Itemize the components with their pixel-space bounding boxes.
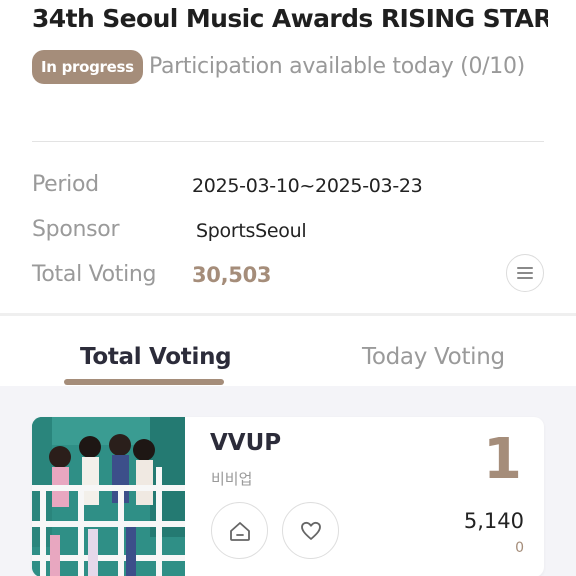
participation-text: Participation available today (0/10) — [149, 54, 525, 79]
total-voting-label: Total Voting — [32, 262, 157, 287]
tab-today-voting[interactable]: Today Voting — [362, 344, 505, 370]
sponsor-label: Sponsor — [32, 217, 120, 242]
menu-icon — [517, 267, 533, 279]
heart-icon — [300, 521, 321, 540]
period-label: Period — [32, 172, 99, 197]
rank-number: 1 — [483, 427, 522, 492]
menu-button[interactable] — [506, 254, 544, 292]
tab-total-voting[interactable]: Total Voting — [80, 344, 232, 370]
artist-korean-name: 비비업 — [211, 470, 253, 488]
home-icon — [229, 521, 250, 541]
status-badge: In progress — [32, 50, 143, 84]
artist-name: VVUP — [210, 430, 282, 456]
vote-count: 5,140 — [463, 509, 524, 533]
sponsor-value: SportsSeoul — [196, 220, 307, 242]
vote-heart-button[interactable] — [282, 502, 339, 559]
divider — [32, 141, 544, 142]
voting-tabs: Total Voting Today Voting — [0, 316, 576, 386]
today-vote-count: 0 — [515, 540, 524, 556]
page-title: 34th Seoul Music Awards RISING STAR - ⋯ — [32, 4, 548, 33]
total-voting-value: 30,503 — [192, 263, 272, 287]
candidate-card[interactable]: VVUP 비비업 1 5,140 0 — [32, 417, 544, 576]
active-tab-indicator — [64, 379, 224, 385]
period-value: 2025-03-10~2025-03-23 — [192, 175, 423, 197]
home-button[interactable] — [211, 502, 268, 559]
artist-photo — [32, 417, 185, 576]
